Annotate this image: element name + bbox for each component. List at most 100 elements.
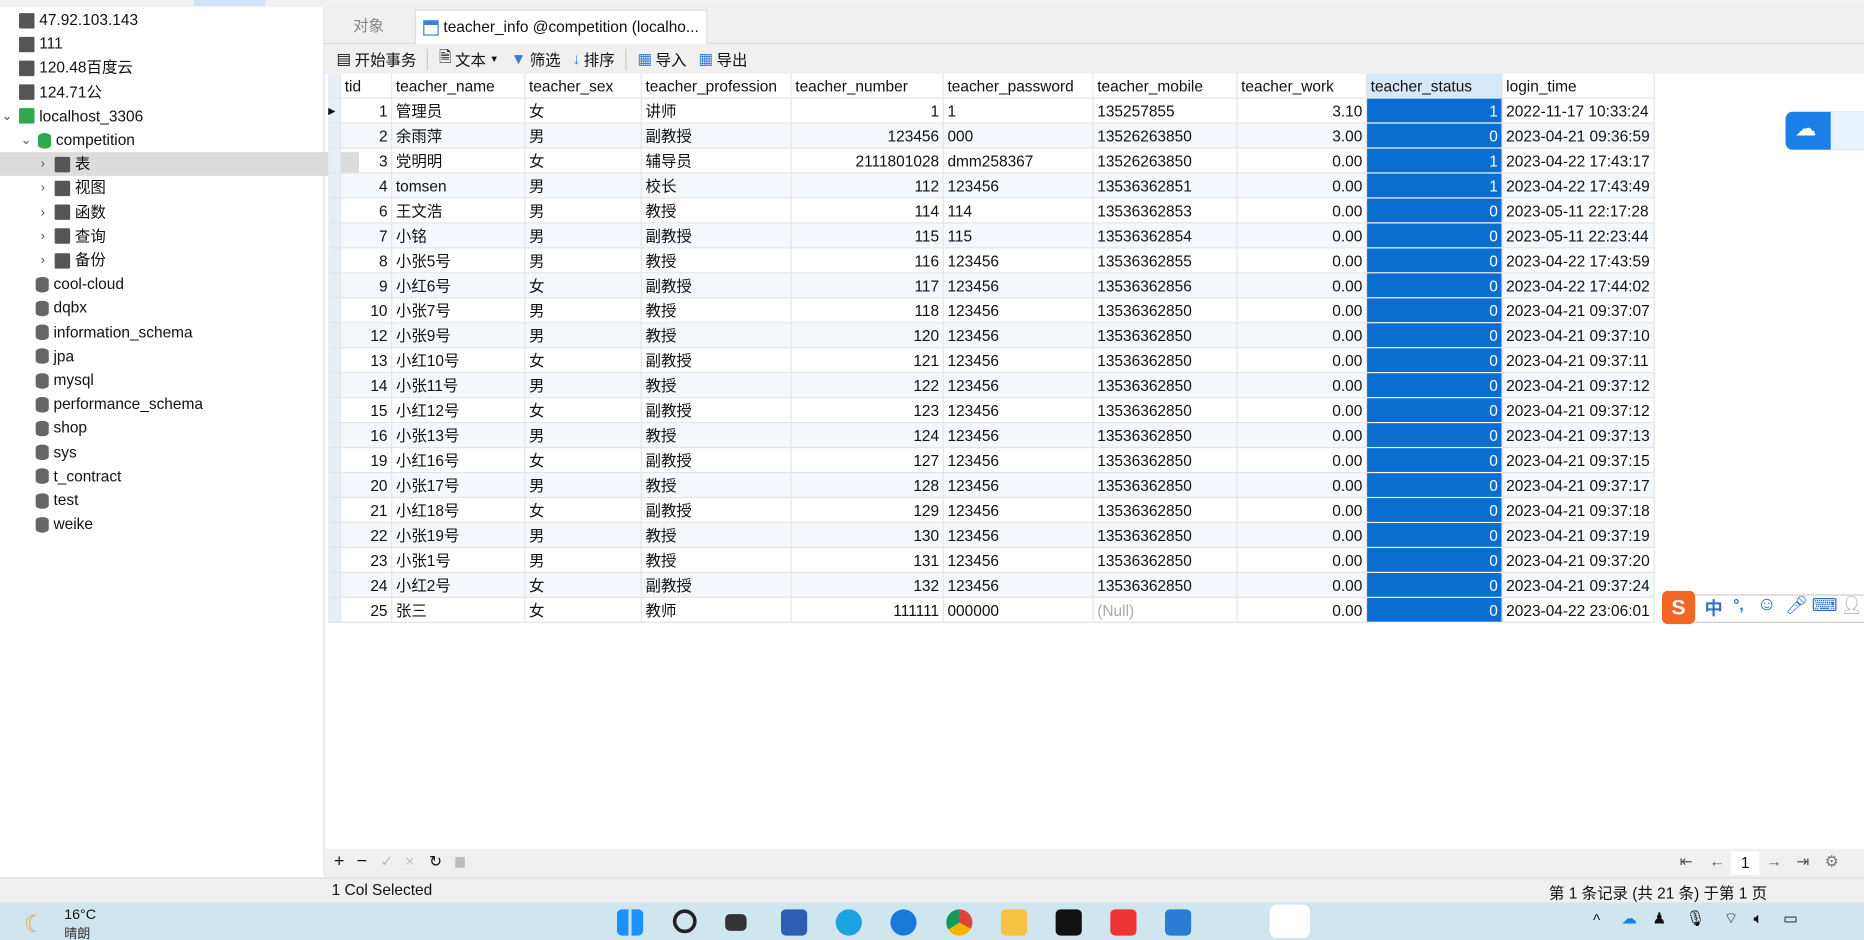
cell-teacher_password[interactable]: 115 — [943, 223, 1094, 249]
cell-teacher_mobile[interactable]: (Null) — [1093, 597, 1238, 623]
chrome-icon[interactable] — [946, 909, 973, 936]
chevron-right-icon[interactable]: › — [36, 152, 50, 176]
keyboard-icon[interactable]: ⌨ — [1812, 594, 1838, 616]
cell-teacher_number[interactable]: 123 — [791, 398, 944, 424]
cell-login_time[interactable]: 2022-11-17 10:33:24 — [1502, 98, 1655, 124]
cell-tid[interactable]: 4 — [341, 173, 393, 199]
cell-teacher_number[interactable]: 116 — [791, 248, 944, 274]
column-header-login_time[interactable]: login_time — [1502, 73, 1655, 99]
cell-tid[interactable]: 6 — [341, 198, 393, 224]
connection-item[interactable]: 47.92.103.143 — [19, 8, 138, 32]
refresh-icon[interactable]: ↻ — [429, 852, 442, 871]
tree-item-table[interactable]: › 表 — [0, 152, 360, 177]
cell-teacher_status[interactable]: 0 — [1367, 248, 1503, 274]
cell-teacher_profession[interactable]: 教授 — [641, 323, 792, 349]
cell-teacher_sex[interactable]: 男 — [525, 548, 642, 573]
wps-icon[interactable] — [1110, 909, 1137, 936]
row-marker[interactable] — [328, 423, 342, 449]
cell-teacher_work[interactable]: 0.00 — [1237, 223, 1368, 249]
cell-teacher_profession[interactable]: 教师 — [641, 597, 792, 623]
cell-teacher_password[interactable]: 123456 — [943, 423, 1094, 449]
cell-login_time[interactable]: 2023-04-21 09:37:15 — [1502, 448, 1655, 474]
cell-tid[interactable]: 9 — [341, 273, 393, 299]
cell-teacher_status[interactable]: 1 — [1367, 148, 1503, 174]
cell-teacher_sex[interactable]: 女 — [525, 148, 642, 174]
cell-teacher_mobile[interactable]: 13536362850 — [1093, 298, 1238, 324]
cell-teacher_password[interactable]: 000000 — [943, 597, 1094, 623]
chevron-right-icon[interactable]: › — [36, 200, 50, 224]
cell-tid[interactable]: 10 — [341, 298, 393, 324]
cell-teacher_mobile[interactable]: 13536362850 — [1093, 423, 1238, 449]
tab-objects[interactable]: 对象 — [346, 10, 391, 43]
table-row[interactable]: 2 余雨萍男副教授 123456 000 13526263850 3.00 0 2023-04… — [328, 123, 1655, 149]
database-item[interactable]: test — [35, 489, 78, 513]
row-marker[interactable] — [328, 498, 342, 524]
next-page-icon[interactable]: → — [1767, 852, 1782, 870]
cell-tid[interactable]: 14 — [341, 373, 393, 399]
cell-teacher_profession[interactable]: 教授 — [641, 523, 792, 549]
row-marker[interactable] — [328, 548, 342, 573]
cell-teacher_mobile[interactable]: 13536362850 — [1093, 523, 1238, 549]
cell-teacher_name[interactable]: 小张19号 — [392, 523, 526, 549]
edge-icon[interactable] — [835, 909, 862, 936]
cell-teacher_mobile[interactable]: 13536362850 — [1093, 448, 1238, 474]
table-row[interactable]: 25 张三女教师 111111 000000 (Null) 0.00 0 2023-04-22… — [328, 597, 1655, 623]
cell-login_time[interactable]: 2023-05-11 22:23:44 — [1502, 223, 1655, 249]
cell-teacher_name[interactable]: 小张13号 — [392, 423, 526, 449]
cell-teacher_work[interactable]: 0.00 — [1237, 298, 1368, 324]
sort-button[interactable]: ↓ 排序 — [568, 46, 620, 72]
cell-teacher_name[interactable]: 小红18号 — [392, 498, 526, 524]
row-marker[interactable] — [328, 73, 342, 99]
table-row[interactable]: 21 小红18号女副教授 129 123456 13536362850 0.00 0 2023… — [328, 498, 1655, 524]
cell-teacher_sex[interactable]: 女 — [525, 498, 642, 524]
cell-teacher_status[interactable]: 0 — [1367, 348, 1503, 374]
tree-item-query[interactable]: › 查询 — [36, 224, 106, 248]
cell-login_time[interactable]: 2023-04-22 17:43:17 — [1502, 148, 1655, 174]
table-row[interactable]: 24 小红2号女副教授 132 123456 13536362850 0.00 0 2023-… — [328, 572, 1655, 598]
cell-teacher_profession[interactable]: 教授 — [641, 373, 792, 399]
baidu-netdisk-taskbar-icon[interactable] — [1269, 904, 1311, 938]
folder-icon[interactable] — [1000, 909, 1028, 936]
cell-tid[interactable]: 20 — [341, 473, 393, 499]
cell-teacher_profession[interactable]: 副教授 — [641, 448, 792, 474]
cell-teacher_work[interactable]: 0.00 — [1237, 348, 1368, 374]
cell-teacher_mobile[interactable]: 13536362850 — [1093, 398, 1238, 424]
cell-teacher_name[interactable]: 党明明 — [392, 148, 526, 174]
cell-teacher_status[interactable]: 0 — [1367, 523, 1503, 549]
cell-teacher_mobile[interactable]: 13526263850 — [1093, 123, 1238, 149]
table-row[interactable]: 23 小张1号男教授 131 123456 13536362850 0.00 0 2023-0… — [328, 548, 1655, 573]
table-row[interactable]: 8 小张5号男教授 116 123456 13536362855 0.00 0 2023-04… — [328, 248, 1655, 274]
cell-teacher_number[interactable]: 2111801028 — [791, 148, 944, 174]
first-page-icon[interactable]: ⇤ — [1680, 852, 1693, 871]
table-row[interactable]: 10 小张7号男教授 118 123456 13536362850 0.00 0 2023-0… — [328, 298, 1655, 324]
column-header-teacher_profession[interactable]: teacher_profession — [641, 73, 792, 99]
cell-teacher_status[interactable]: 0 — [1367, 423, 1503, 449]
cell-login_time[interactable]: 2023-04-22 17:44:02 — [1502, 273, 1655, 299]
cell-teacher_name[interactable]: 管理员 — [392, 98, 526, 124]
cell-teacher_sex[interactable]: 女 — [525, 597, 642, 623]
cell-teacher_name[interactable]: 小张11号 — [392, 373, 526, 399]
cell-teacher_status[interactable]: 0 — [1367, 273, 1503, 299]
delete-record-icon[interactable]: − — [357, 851, 367, 871]
cell-teacher_name[interactable]: 小红10号 — [392, 348, 526, 374]
cell-teacher_profession[interactable]: 副教授 — [641, 223, 792, 249]
task-view-icon[interactable] — [725, 914, 747, 931]
row-marker[interactable] — [328, 298, 342, 324]
cell-teacher_profession[interactable]: 教授 — [641, 248, 792, 274]
cell-teacher_sex[interactable]: 女 — [525, 448, 642, 474]
page-number-input[interactable]: 1 — [1730, 851, 1760, 875]
cell-teacher_number[interactable]: 129 — [791, 498, 944, 524]
cell-teacher_mobile[interactable]: 13536362850 — [1093, 323, 1238, 349]
database-item[interactable]: cool-cloud — [35, 272, 124, 296]
connection-item[interactable]: 120.48百度云 — [19, 56, 133, 80]
cell-teacher_mobile[interactable]: 13536362850 — [1093, 498, 1238, 524]
cell-teacher_number[interactable]: 130 — [791, 523, 944, 549]
cell-teacher_work[interactable]: 0.00 — [1237, 548, 1368, 573]
chevron-down-icon[interactable]: ⌄ — [19, 128, 33, 152]
cell-teacher_number[interactable]: 120 — [791, 323, 944, 349]
cell-teacher_number[interactable]: 124 — [791, 423, 944, 449]
cell-teacher_status[interactable]: 0 — [1367, 572, 1503, 598]
cell-teacher_name[interactable]: 小红16号 — [392, 448, 526, 474]
cell-teacher_password[interactable]: 123456 — [943, 398, 1094, 424]
connection-item[interactable]: 124.71公 — [19, 80, 102, 104]
